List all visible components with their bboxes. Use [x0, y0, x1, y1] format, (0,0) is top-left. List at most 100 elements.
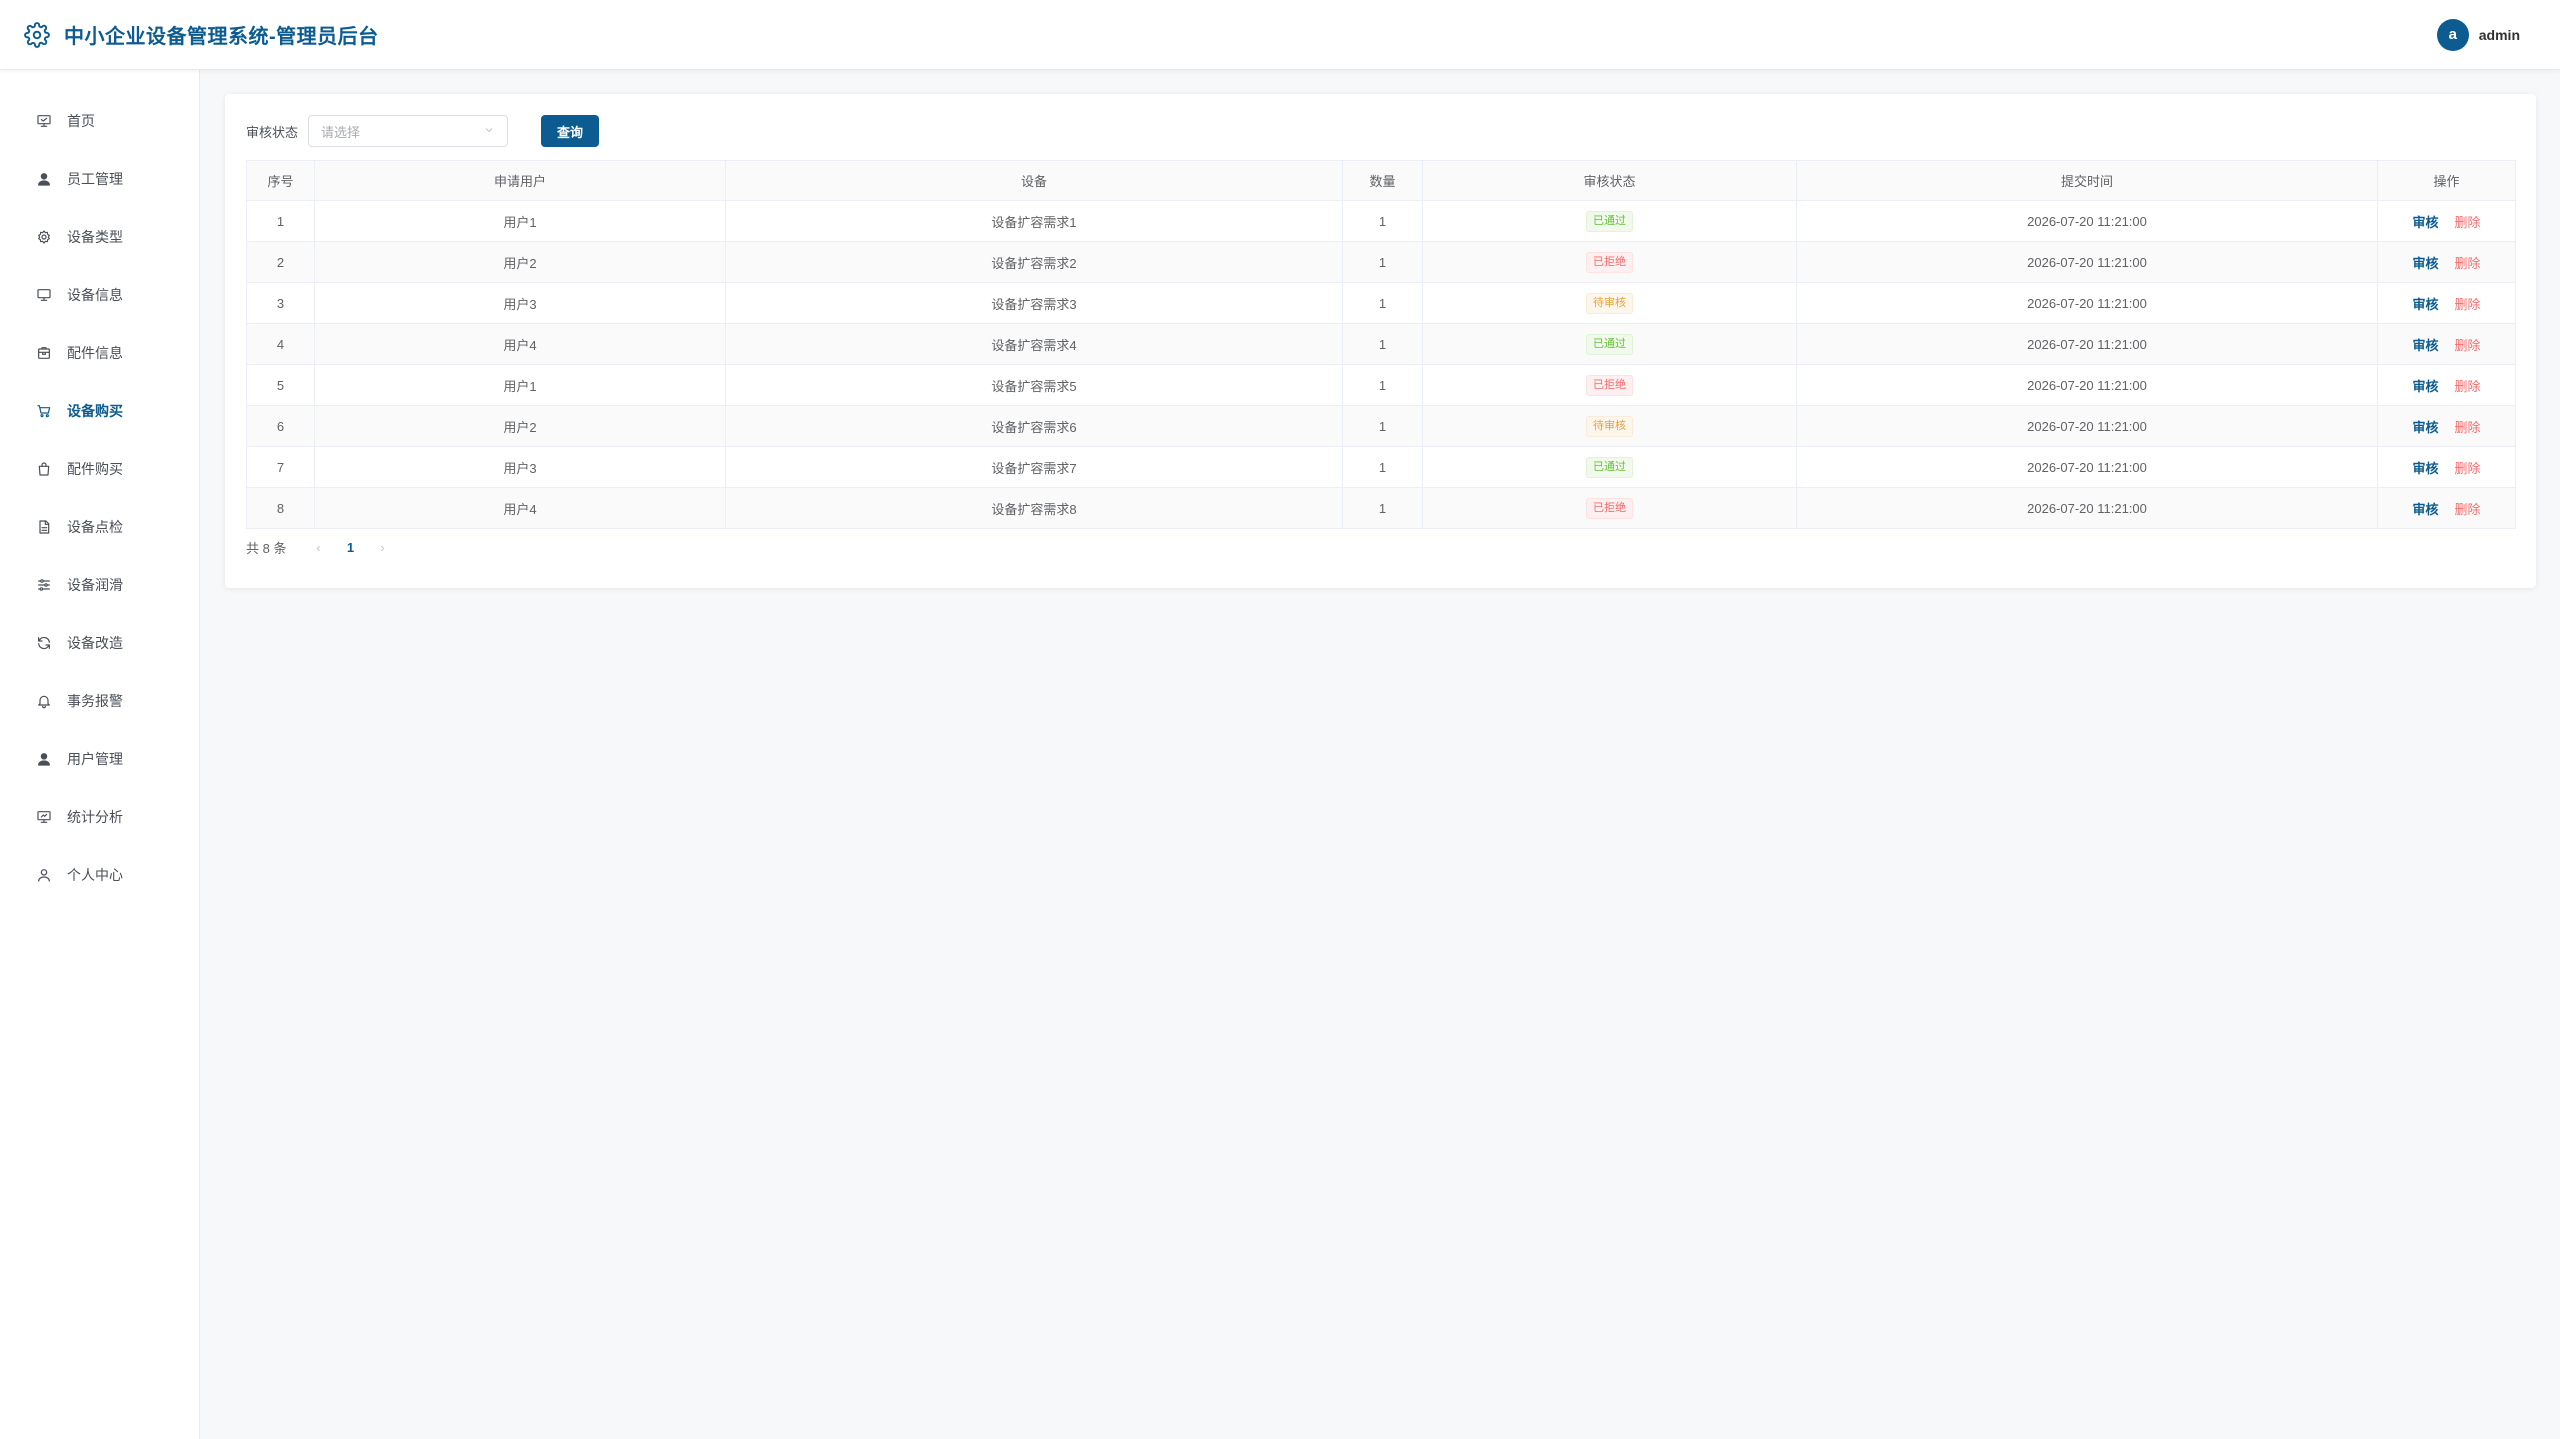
cell-device: 设备扩容需求7: [725, 446, 1343, 488]
column-header: 申请用户: [314, 160, 726, 201]
delete-button[interactable]: 删除: [2455, 215, 2481, 230]
cell-user: 用户4: [314, 323, 726, 365]
review-button[interactable]: 审核: [2412, 297, 2438, 312]
document-icon: [35, 518, 53, 536]
cell-quantity: 1: [1342, 323, 1423, 365]
sidebar-item-label: 配件购买: [67, 461, 123, 477]
column-header: 序号: [246, 160, 315, 201]
cell-submit-time: 2026-07-20 11:21:00: [1796, 200, 2378, 242]
sidebar: 首页 员工管理设备类型设备信息 配件信息 设备购买配件购买设备点检设备润滑设备改造事务…: [0, 70, 200, 1439]
delete-button[interactable]: 删除: [2455, 420, 2481, 435]
brand: 中小企业设备管理系统-管理员后台: [24, 20, 379, 49]
cell-user: 用户4: [314, 487, 726, 529]
avatar[interactable]: a: [2436, 18, 2469, 51]
status-badge: 已通过: [1586, 333, 1633, 355]
review-button[interactable]: 审核: [2412, 215, 2438, 230]
sidebar-item-label: 用户管理: [67, 751, 123, 767]
cell-user: 用户2: [314, 241, 726, 283]
table-row[interactable]: 4 用户4 设备扩容需求4 1 已通过 2026-07-20 11:21:00 审核 删除: [246, 323, 2516, 365]
cell-quantity: 1: [1342, 200, 1423, 242]
sidebar-item-8[interactable]: 设备润滑: [0, 556, 199, 614]
cell-quantity: 1: [1342, 282, 1423, 324]
cell-index: 6: [246, 405, 315, 447]
sidebar-item-13[interactable]: 个人中心: [0, 846, 199, 904]
table-row[interactable]: 1 用户1 设备扩容需求1 1 已通过 2026-07-20 11:21:00 审核 删除: [246, 200, 2516, 242]
delete-button[interactable]: 删除: [2455, 379, 2481, 394]
review-button[interactable]: 审核: [2412, 420, 2438, 435]
user-icon: [35, 750, 53, 768]
top-header: 中小企业设备管理系统-管理员后台 a admin: [0, 0, 2560, 70]
purchase-table: 序号 申请用户 设备 数量 审核状态 提交时间 操作 1 用户1 设备扩容需求1 1 已通过 2026…: [246, 160, 2516, 529]
dashboard-icon: [35, 112, 53, 130]
sidebar-item-label: 设备改造: [67, 635, 123, 651]
cell-index: 2: [246, 241, 315, 283]
table-row[interactable]: 5 用户1 设备扩容需求5 1 已拒绝 2026-07-20 11:21:00 审核 删除: [246, 364, 2516, 406]
sidebar-item-3[interactable]: 设备信息: [0, 266, 199, 324]
refresh-icon: [35, 634, 53, 652]
sidebar-item-2[interactable]: 设备类型: [0, 208, 199, 266]
username[interactable]: admin: [2479, 27, 2520, 43]
sidebar-item-4[interactable]: 配件信息: [0, 324, 199, 382]
sidebar-item-0[interactable]: 首页: [0, 92, 199, 150]
delete-button[interactable]: 删除: [2455, 256, 2481, 271]
review-button[interactable]: 审核: [2412, 502, 2438, 517]
delete-button[interactable]: 删除: [2455, 461, 2481, 476]
prev-page-icon[interactable]: ‹: [306, 540, 330, 555]
table-row[interactable]: 6 用户2 设备扩容需求6 1 待审核 2026-07-20 11:21:00 审核 删除: [246, 405, 2516, 447]
cell-actions: 审核 删除: [2377, 323, 2516, 365]
package-icon: [35, 344, 53, 362]
sidebar-item-5[interactable]: 设备购买: [0, 382, 199, 440]
cell-status: 已拒绝: [1422, 364, 1797, 406]
review-button[interactable]: 审核: [2412, 256, 2438, 271]
sidebar-item-11[interactable]: 用户管理: [0, 730, 199, 788]
sidebar-item-10[interactable]: 事务报警: [0, 672, 199, 730]
user-icon: [35, 170, 53, 188]
cell-submit-time: 2026-07-20 11:21:00: [1796, 323, 2378, 365]
cell-actions: 审核 删除: [2377, 282, 2516, 324]
status-badge: 已通过: [1586, 210, 1633, 232]
cell-index: 5: [246, 364, 315, 406]
table-row[interactable]: 8 用户4 设备扩容需求8 1 已拒绝 2026-07-20 11:21:00 审核 删除: [246, 487, 2516, 529]
status-badge: 待审核: [1586, 415, 1633, 437]
table-row[interactable]: 7 用户3 设备扩容需求7 1 已通过 2026-07-20 11:21:00 审核 删除: [246, 446, 2516, 488]
sidebar-item-12[interactable]: 统计分析: [0, 788, 199, 846]
sidebar-item-1[interactable]: 员工管理: [0, 150, 199, 208]
delete-button[interactable]: 删除: [2455, 297, 2481, 312]
column-header: 提交时间: [1796, 160, 2378, 201]
content-card: 审核状态 请选择 查询 序号 申请用户 设备 数量 审核状态 提交时间 操作 1 用户1 设备扩…: [225, 94, 2536, 588]
select-placeholder: 请选择: [321, 124, 361, 140]
cell-user: 用户2: [314, 405, 726, 447]
table-row[interactable]: 2 用户2 设备扩容需求2 1 已拒绝 2026-07-20 11:21:00 审核 删除: [246, 241, 2516, 283]
sidebar-item-7[interactable]: 设备点检: [0, 498, 199, 556]
status-badge: 已通过: [1586, 456, 1633, 478]
status-select[interactable]: 请选择: [308, 115, 509, 147]
sidebar-item-label: 设备点检: [67, 519, 123, 535]
cell-device: 设备扩容需求2: [725, 241, 1343, 283]
cell-index: 1: [246, 200, 315, 242]
table-row[interactable]: 3 用户3 设备扩容需求3 1 待审核 2026-07-20 11:21:00 审核 删除: [246, 282, 2516, 324]
review-button[interactable]: 审核: [2412, 379, 2438, 394]
settings-icon: [35, 228, 53, 246]
sidebar-item-9[interactable]: 设备改造: [0, 614, 199, 672]
cell-quantity: 1: [1342, 405, 1423, 447]
cell-actions: 审核 删除: [2377, 241, 2516, 283]
delete-button[interactable]: 删除: [2455, 338, 2481, 353]
cell-submit-time: 2026-07-20 11:21:00: [1796, 241, 2378, 283]
cell-status: 已拒绝: [1422, 487, 1797, 529]
table-header-row: 序号 申请用户 设备 数量 审核状态 提交时间 操作: [246, 160, 2516, 201]
cell-index: 3: [246, 282, 315, 324]
pagination-total: 共 8 条: [246, 540, 287, 556]
sidebar-item-label: 设备类型: [67, 229, 123, 245]
query-button[interactable]: 查询: [541, 115, 600, 147]
delete-button[interactable]: 删除: [2455, 502, 2481, 517]
cell-device: 设备扩容需求5: [725, 364, 1343, 406]
cell-status: 已通过: [1422, 446, 1797, 488]
cell-index: 8: [246, 487, 315, 529]
review-button[interactable]: 审核: [2412, 461, 2438, 476]
review-button[interactable]: 审核: [2412, 338, 2438, 353]
sidebar-item-6[interactable]: 配件购买: [0, 440, 199, 498]
next-page-icon[interactable]: ›: [370, 540, 394, 555]
page-number[interactable]: 1: [330, 540, 370, 555]
user-menu[interactable]: a admin: [2436, 18, 2520, 51]
user-outline-icon: [35, 866, 53, 884]
